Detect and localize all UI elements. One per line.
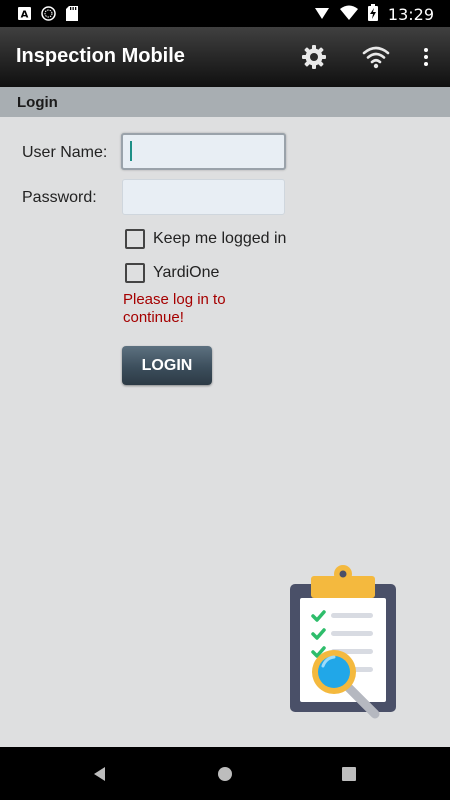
yardione-checkbox[interactable] [125,263,145,283]
password-input[interactable] [122,179,285,215]
status-time: 13:29 [387,5,434,24]
text-caret [130,141,132,161]
back-icon[interactable] [87,761,113,787]
svg-text:A: A [21,10,29,21]
username-label: User Name: [22,144,108,161]
sd-card-icon [66,6,78,26]
more-vert-icon[interactable] [411,42,441,72]
text-a-icon: A [18,7,31,25]
recents-icon[interactable] [336,761,362,787]
home-icon[interactable] [212,761,238,787]
keep-logged-in-label: Keep me logged in [153,230,287,247]
yardione-label: YardiOne [153,264,220,281]
error-message: Please log in to continue! [123,291,226,326]
yardione-option[interactable]: YardiOne [125,263,219,283]
status-bar: A 13:29 [0,0,450,27]
section-title: Login [17,94,58,111]
password-label: Password: [22,189,97,206]
login-button[interactable]: LOGIN [122,346,212,385]
login-form: User Name: Password: Keep me logged in Y… [0,117,450,747]
keep-logged-in-option[interactable]: Keep me logged in [125,229,286,249]
navigation-bar [0,747,450,800]
circle-dots-icon [41,6,56,26]
clipboard-magnifier-icon [282,564,402,729]
app-title: Inspection Mobile [16,45,185,67]
data-saver-icon [314,5,330,26]
username-input[interactable] [121,133,286,170]
gear-icon[interactable] [299,42,329,72]
battery-charging-icon [367,4,378,26]
app-bar: Inspection Mobile [0,27,450,87]
keep-logged-in-checkbox[interactable] [125,229,145,249]
section-header: Login [0,87,450,117]
wifi-signal-icon [339,5,358,26]
wifi-icon[interactable] [361,42,391,72]
